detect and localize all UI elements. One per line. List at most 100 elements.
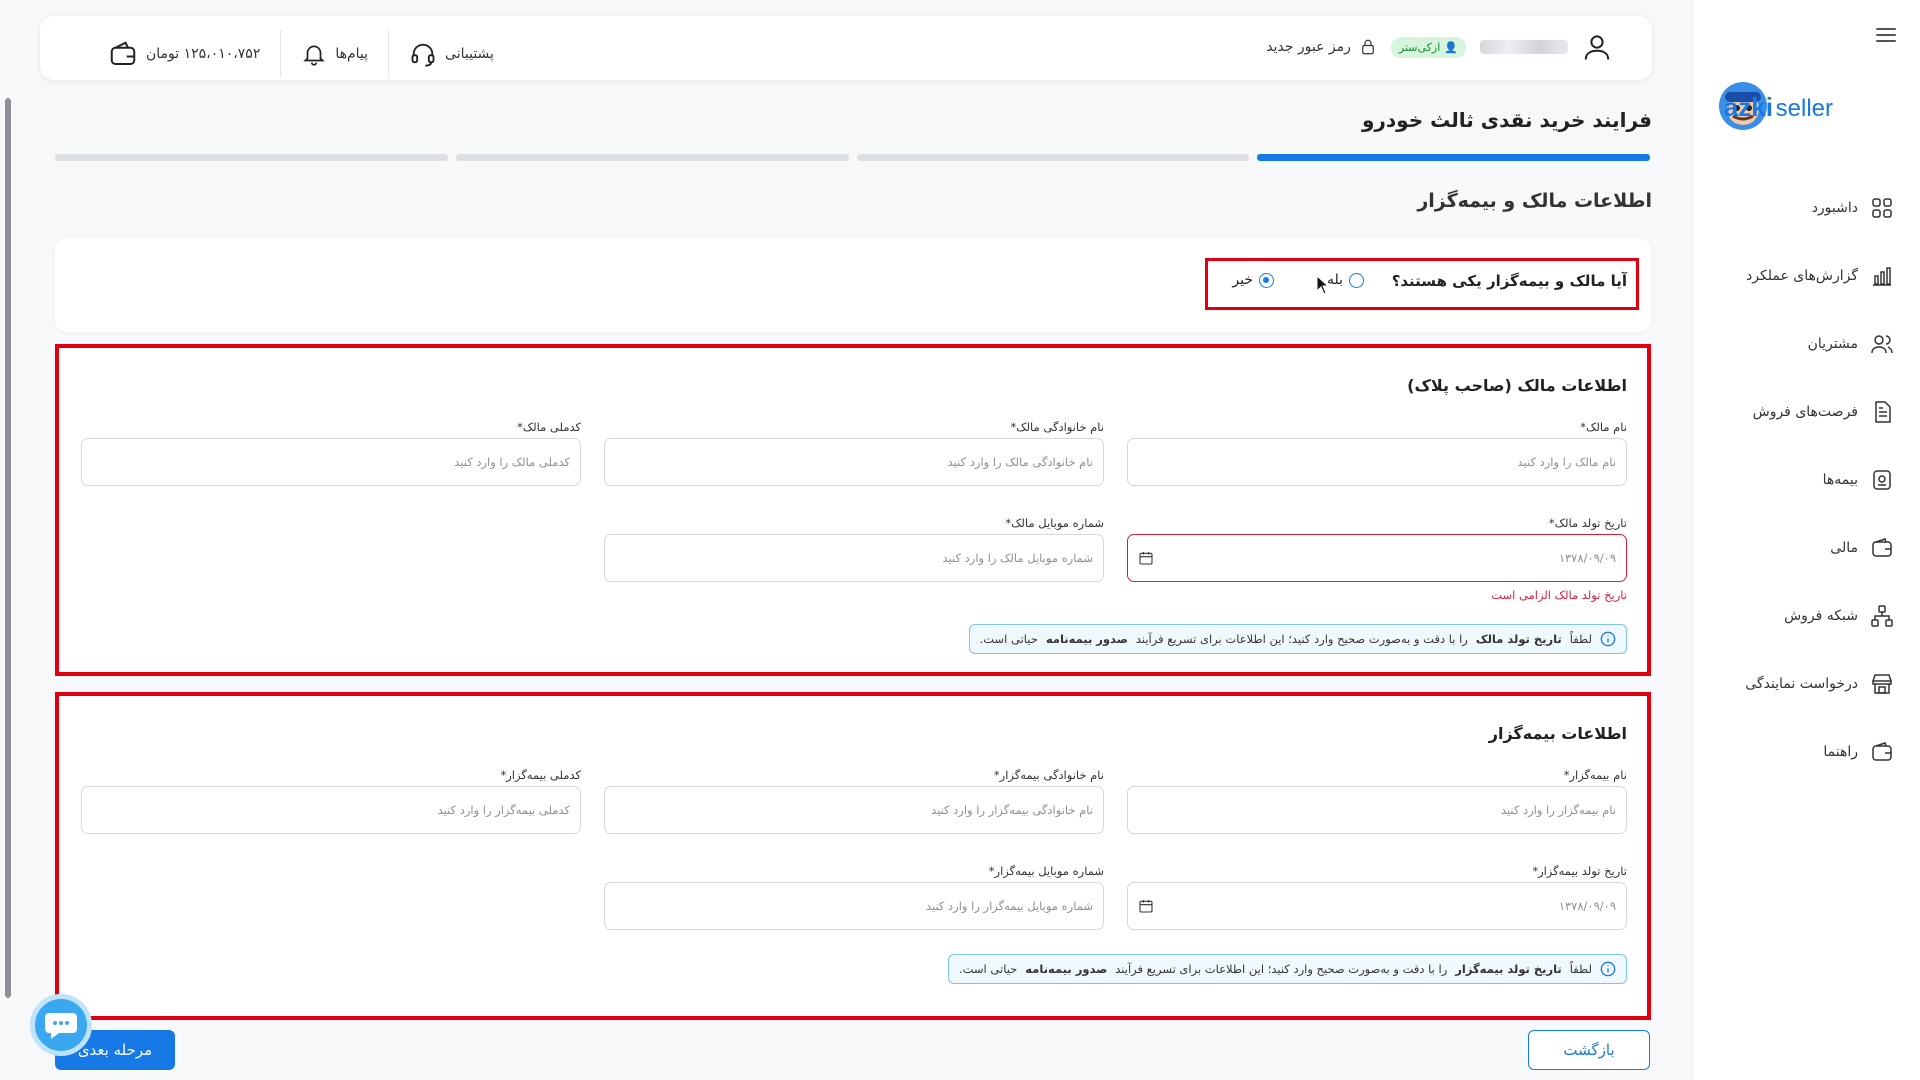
divider	[388, 30, 390, 78]
owner-last-name-input[interactable]: نام خانوادگی مالک را وارد کنید	[604, 438, 1104, 486]
wallet-icon	[110, 41, 136, 65]
support-button[interactable]: پشتیبانی	[389, 36, 514, 72]
hamburger-menu-icon[interactable]	[1876, 28, 1896, 46]
sidebar-item-label: راهنما	[1823, 744, 1858, 760]
owner-info-note: لطفاً تاریخ تولد مالک را با دقت و به‌صور…	[968, 624, 1627, 654]
step-4	[55, 154, 448, 161]
owner-national-id-input[interactable]: کدملی مالک را وارد کنید	[81, 438, 581, 486]
owner-first-name-input[interactable]: نام مالک را وارد کنید	[1127, 438, 1627, 486]
insurer-national-id-label: کدملی بیمه‌گزار*	[500, 768, 581, 782]
insurer-mobile-input[interactable]: شماره موبایل بیمه‌گزار را وارد کنید	[604, 882, 1104, 930]
owner-last-name-field: نام خانوادگی مالک* نام خانوادگی مالک را …	[604, 420, 1104, 486]
calendar-icon[interactable]	[1138, 898, 1154, 914]
insurer-birth-date-field: تاریخ تولد بیمه‌گزار* ۱۳۷۸/۰۹/۰۹	[1127, 864, 1627, 930]
owner-last-name-label: نام خانوادگی مالک*	[1010, 420, 1104, 434]
sidebar-item-label: فرصت‌های فروش	[1752, 404, 1858, 420]
chart-icon	[1873, 267, 1891, 286]
insurer-first-name-input[interactable]: نام بیمه‌گزار را وارد کنید	[1127, 786, 1627, 834]
sidebar-item-agency-request[interactable]: درخواست نمایندگی	[1692, 650, 1920, 718]
step-1	[1257, 154, 1650, 161]
owner-first-name-field: نام مالک* نام مالک را وارد کنید	[1127, 420, 1627, 486]
section-title: اطلاعات مالک و بیمه‌گزار	[1417, 190, 1652, 212]
bell-icon	[303, 45, 326, 66]
progress-steps	[55, 154, 1650, 161]
sidebar-item-label: داشبورد	[1811, 200, 1858, 216]
info-icon	[1600, 961, 1616, 977]
insurer-national-id-field: کدملی بیمه‌گزار* کدملی بیمه‌گزار را وارد…	[81, 768, 581, 834]
radio-yes[interactable]: بله	[1327, 272, 1364, 288]
radio-no-circle[interactable]	[1259, 272, 1274, 288]
wallet-balance[interactable]: ۱۲۵،۰۱۰،۷۵۲ تومان	[88, 36, 280, 72]
user-icon[interactable]	[1582, 32, 1612, 62]
sidebar-item-label: بیمه‌ها	[1822, 472, 1858, 488]
owner-birth-date-input[interactable]: ۱۳۷۸/۰۹/۰۹	[1127, 534, 1627, 582]
insurer-mobile-field: شماره موبایل بیمه‌گزار* شماره موبایل بیم…	[604, 864, 1104, 930]
insurer-birth-date-input[interactable]: ۱۳۷۸/۰۹/۰۹	[1127, 882, 1627, 930]
document-icon	[1875, 401, 1891, 423]
step-3	[455, 154, 849, 161]
sidebar-item-network[interactable]: شبکه فروش	[1692, 582, 1920, 650]
sidebar-item-label: درخواست نمایندگی	[1745, 676, 1858, 692]
azki-seller-logo[interactable]: azki seller	[1715, 78, 1900, 134]
insurer-mobile-label: شماره موبایل بیمه‌گزار*	[988, 864, 1104, 878]
network-icon	[1871, 605, 1893, 627]
owner-mobile-input[interactable]: شماره موبایل مالک را وارد کنید	[604, 534, 1104, 582]
users-icon	[1871, 335, 1893, 354]
status-badge: 👤 ازکی‌ستر	[1390, 36, 1466, 58]
insurer-national-id-input[interactable]: کدملی بیمه‌گزار را وارد کنید	[81, 786, 581, 834]
store-icon	[1872, 674, 1892, 694]
mouse-cursor-icon	[1316, 275, 1330, 295]
wallet-icon	[1872, 538, 1892, 557]
page-title: فرایند خرید نقدی ثالث خودرو	[1361, 108, 1652, 132]
header-actions: پشتیبانی پیام‌ها ۱۲۵،۰۱۰،۷۵۲ تومان	[88, 30, 514, 78]
shield-icon	[1873, 470, 1891, 490]
insurer-last-name-input[interactable]: نام خانوادگی بیمه‌گزار را وارد کنید	[604, 786, 1104, 834]
lock-icon	[1362, 39, 1374, 55]
back-button[interactable]: بازگشت	[1528, 1030, 1650, 1070]
chat-bubble-icon[interactable]	[30, 994, 92, 1056]
svg-text:azki: azki	[1724, 92, 1773, 122]
owner-info-card: اطلاعات مالک (صاحب پلاک) نام مالک* نام م…	[55, 344, 1651, 676]
scrollbar-thumb[interactable]	[5, 98, 11, 998]
insurer-first-name-label: نام بیمه‌گزار*	[1563, 768, 1627, 782]
sidebar-item-reports[interactable]: گزارش‌های عملکرد	[1692, 242, 1920, 310]
sidebar-item-opportunities[interactable]: فرصت‌های فروش	[1692, 378, 1920, 446]
radio-no[interactable]: خیر	[1232, 272, 1274, 288]
owner-birth-date-label: تاریخ تولد مالک*	[1548, 516, 1627, 530]
sidebar-item-label: مشتریان	[1807, 336, 1858, 352]
question-label: آیا مالک و بیمه‌گزار یکی هستند؟	[1391, 272, 1627, 290]
step-2	[856, 154, 1250, 161]
sidebar-nav: داشبورد گزارش‌های عملکرد مشتریان فرصت‌ها…	[1692, 174, 1920, 786]
insurer-info-card: اطلاعات بیمه‌گزار نام بیمه‌گزار* نام بیم…	[55, 692, 1651, 1020]
owner-birth-date-field: تاریخ تولد مالک* ۱۳۷۸/۰۹/۰۹ تاریخ تولد م…	[1127, 516, 1627, 602]
insurer-card-title: اطلاعات بیمه‌گزار	[1488, 724, 1627, 743]
change-password-button[interactable]: رمز عبور جدید	[1266, 38, 1377, 56]
messages-button[interactable]: پیام‌ها	[281, 36, 388, 72]
insurer-last-name-label: نام خانوادگی بیمه‌گزار*	[993, 768, 1104, 782]
headset-icon	[411, 43, 435, 67]
insurer-last-name-field: نام خانوادگی بیمه‌گزار* نام خانوادگی بیم…	[604, 768, 1104, 834]
sidebar-item-finance[interactable]: مالی	[1692, 514, 1920, 582]
sidebar: azki seller داشبورد گزارش‌های عملکرد مشت…	[1692, 0, 1920, 1080]
owner-national-id-field: کدملی مالک* کدملی مالک را وارد کنید	[81, 420, 581, 486]
owner-birth-date-error: تاریخ تولد مالک الزامی است	[1491, 588, 1627, 602]
radio-yes-circle[interactable]	[1349, 272, 1364, 288]
user-name-blurred	[1480, 40, 1568, 54]
svg-text:seller: seller	[1776, 95, 1833, 122]
sidebar-item-label: مالی	[1830, 540, 1858, 556]
sidebar-item-customers[interactable]: مشتریان	[1692, 310, 1920, 378]
sidebar-item-insurances[interactable]: بیمه‌ها	[1692, 446, 1920, 514]
owner-mobile-field: شماره موبایل مالک* شماره موبایل مالک را …	[604, 516, 1104, 582]
calendar-icon[interactable]	[1138, 550, 1154, 566]
sidebar-item-label: گزارش‌های عملکرد	[1746, 268, 1858, 284]
vertical-scrollbar[interactable]	[3, 84, 12, 1080]
owner-national-id-label: کدملی مالک*	[517, 420, 581, 434]
dashboard-icon	[1872, 198, 1892, 218]
owner-card-title: اطلاعات مالک (صاحب پلاک)	[1407, 376, 1627, 395]
sidebar-item-help[interactable]: راهنما	[1692, 718, 1920, 786]
sidebar-item-dashboard[interactable]: داشبورد	[1692, 174, 1920, 242]
divider	[280, 30, 282, 78]
insurer-first-name-field: نام بیمه‌گزار* نام بیمه‌گزار را وارد کنی…	[1127, 768, 1627, 834]
help-icon	[1872, 742, 1892, 761]
top-bar: 👤 ازکی‌ستر رمز عبور جدید پشتیبانی پیام‌ه…	[40, 16, 1652, 80]
